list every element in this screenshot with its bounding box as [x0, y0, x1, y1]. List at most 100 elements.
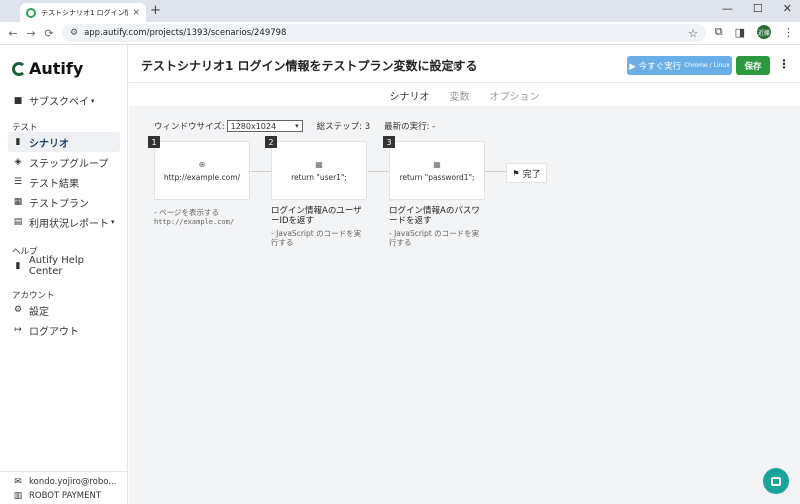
- side-panel-icon[interactable]: ◨: [735, 26, 745, 39]
- workspace-selector[interactable]: ■ サブスクペイ ▾: [12, 93, 95, 109]
- save-button[interactable]: 保存: [736, 56, 770, 75]
- tab-variables[interactable]: 変数: [450, 88, 470, 103]
- report-icon: ▤: [13, 217, 23, 227]
- step-description: - JavaScript のコードを実行する: [389, 229, 480, 247]
- chevron-down-icon: ▾: [295, 122, 299, 130]
- browser-tabbar: テストシナリオ1 ログイン情報をテスト... × + — ☐ ✕: [0, 0, 800, 22]
- autify-favicon-icon: [26, 7, 36, 18]
- tab-close-icon[interactable]: ×: [132, 8, 140, 18]
- book-icon: ▮: [15, 137, 21, 147]
- autify-logo-icon: [12, 61, 26, 76]
- close-window-icon[interactable]: ✕: [783, 2, 792, 15]
- sidebar-item-scenarios[interactable]: ▮ シナリオ: [8, 132, 120, 152]
- window-size-value: 1280x1024: [230, 121, 277, 131]
- window-controls: — ☐ ✕: [722, 2, 792, 15]
- scenario-canvas: ウィンドウサイズ: 1280x1024 ▾ 総ステップ: 3 最新の実行: - …: [129, 106, 800, 504]
- step-connector: [368, 171, 389, 172]
- step-card[interactable]: ▦ return "user1";: [271, 141, 367, 200]
- sidebar-item-label: 利用状況レポート: [29, 218, 109, 230]
- new-tab-button[interactable]: +: [150, 3, 161, 18]
- chevron-down-icon: ▾: [111, 218, 115, 226]
- total-steps: 総ステップ: 3: [316, 122, 371, 132]
- finish-label: 完了: [522, 169, 541, 180]
- step-label: ログイン情報AのユーザーIDを返す: [271, 206, 362, 226]
- minimize-icon[interactable]: —: [722, 2, 733, 15]
- organization-name: ROBOT PAYMENT: [29, 491, 102, 501]
- chat-icon: [771, 476, 781, 486]
- sidebar-item-test-results[interactable]: ☰ テスト結果: [8, 172, 120, 192]
- forward-icon[interactable]: →: [22, 27, 40, 40]
- sidebar-item-help-center[interactable]: ▮ Autify Help Center: [8, 255, 120, 277]
- step-action: - ページを表示する: [154, 208, 219, 217]
- step-description: - ページを表示する http://example.com/: [154, 208, 250, 227]
- layers-icon: ◈: [14, 157, 22, 167]
- envelope-icon: ✉: [14, 477, 22, 487]
- step-label: ログイン情報Aのパスワードを返す: [389, 206, 480, 226]
- logout-icon: ↦: [14, 325, 22, 335]
- run-now-button[interactable]: ▶ 今すぐ実行 Chrome / Linux: [627, 56, 732, 75]
- sidebar-item-usage-report[interactable]: ▤ 利用状況レポート ▾: [8, 212, 120, 232]
- url-text[interactable]: app.autify.com/projects/1393/scenarios/2…: [84, 28, 688, 38]
- step-description: - JavaScript のコードを実行する: [271, 229, 362, 247]
- reload-icon[interactable]: ⟳: [40, 27, 58, 40]
- sidebar-item-label: ログアウト: [29, 326, 79, 338]
- step-2[interactable]: 2 ▦ return "user1"; ログイン情報AのユーザーIDを返す - …: [265, 136, 367, 247]
- step-1[interactable]: 1 ⊕ http://example.com/ - ページを表示する http:…: [148, 136, 250, 226]
- user-email: kondo.yojiro@robo...: [29, 477, 117, 487]
- autify-logo[interactable]: Autify: [12, 59, 83, 78]
- sidebar-item-label: シナリオ: [29, 138, 69, 150]
- step-number: 2: [265, 136, 277, 148]
- step-number: 3: [383, 136, 395, 148]
- extensions-icon[interactable]: ⧉: [715, 25, 723, 39]
- calendar-icon: ▦: [13, 197, 23, 207]
- more-options-icon[interactable]: ⋮: [778, 57, 790, 71]
- tab-title: テストシナリオ1 ログイン情報をテスト...: [41, 8, 129, 17]
- address-bar[interactable]: ⚙ app.autify.com/projects/1393/scenarios…: [62, 24, 706, 42]
- sidebar-item-label: Autify Help Center: [28, 255, 85, 277]
- step-3[interactable]: 3 ▦ return "password1"; ログイン情報Aのパスワードを返す…: [383, 136, 485, 247]
- organization-row[interactable]: ▥ ROBOT PAYMENT: [12, 491, 101, 501]
- step-card-text: return "user1";: [291, 172, 347, 182]
- step-number: 1: [148, 136, 160, 148]
- tab-options[interactable]: オプション: [490, 88, 540, 103]
- bookmark-star-icon[interactable]: ☆: [688, 27, 698, 40]
- browser-tab[interactable]: テストシナリオ1 ログイン情報をテスト... ×: [20, 3, 146, 22]
- step-connector: [485, 171, 506, 172]
- workspace-name: サブスクペイ: [29, 97, 89, 108]
- sidebar-item-step-groups[interactable]: ◈ ステップグループ: [8, 152, 120, 172]
- step-card[interactable]: ▦ return "password1";: [389, 141, 485, 200]
- last-run: 最新の実行: -: [384, 122, 436, 132]
- sidebar-item-settings[interactable]: ⚙ 設定: [8, 300, 120, 320]
- scenario-tabs: シナリオ 変数 オプション: [129, 84, 800, 106]
- sidebar-item-logout[interactable]: ↦ ログアウト: [8, 320, 120, 340]
- window-size-label: ウィンドウサイズ:: [154, 122, 225, 132]
- chevron-down-icon: ▾: [91, 96, 95, 105]
- window-size-select[interactable]: 1280x1024 ▾: [226, 120, 303, 132]
- chat-support-button[interactable]: [763, 468, 789, 494]
- profile-avatar[interactable]: 近藤: [757, 25, 771, 39]
- gear-icon: ⚙: [13, 305, 23, 315]
- list-icon: ☰: [13, 177, 23, 187]
- user-email-row[interactable]: ✉ kondo.yojiro@robo...: [12, 477, 116, 487]
- sidebar: Autify ■ サブスクペイ ▾ テスト ▮ シナリオ ◈ ステップグループ …: [0, 45, 128, 504]
- logo-text: Autify: [29, 59, 84, 78]
- sidebar-item-label: テスト結果: [29, 178, 79, 190]
- run-now-label: ▶ 今すぐ実行: [629, 61, 682, 72]
- flag-icon: ⚑: [512, 168, 520, 178]
- finish-node[interactable]: ⚑ 完了: [506, 163, 547, 183]
- code-icon: ▦: [315, 159, 323, 169]
- step-card[interactable]: ⊕ http://example.com/: [154, 141, 250, 200]
- globe-icon: ⊕: [198, 159, 206, 169]
- tab-scenario[interactable]: シナリオ: [390, 88, 430, 103]
- back-icon[interactable]: ←: [4, 27, 22, 40]
- step-card-text: http://example.com/: [163, 172, 241, 182]
- site-info-icon[interactable]: ⚙: [70, 28, 78, 38]
- browser-toolbar: ← → ⟳ ⚙ app.autify.com/projects/1393/sce…: [0, 22, 800, 44]
- step-card-text: return "password1";: [399, 172, 475, 182]
- toolbar-right: ⧉ ◨ 近藤 ⋮: [715, 25, 794, 39]
- maximize-icon[interactable]: ☐: [753, 2, 763, 15]
- sidebar-item-test-plans[interactable]: ▦ テストプラン: [8, 192, 120, 212]
- browser-menu-icon[interactable]: ⋮: [783, 26, 794, 39]
- page-title: テストシナリオ1 ログイン情報をテストプラン変数に設定する: [141, 59, 478, 73]
- edit-title-link[interactable]: 変更: [445, 61, 460, 72]
